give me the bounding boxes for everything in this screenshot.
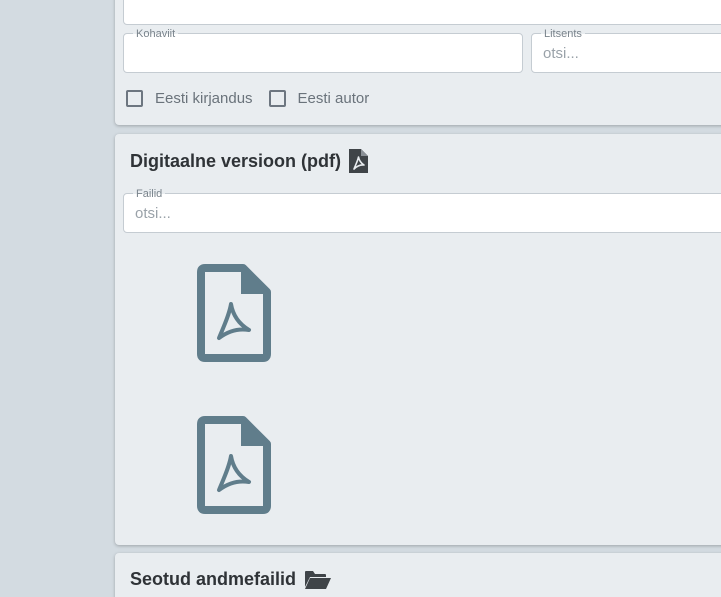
file-pdf-icon xyxy=(349,149,369,173)
data-section-title: Seotud andmefailid xyxy=(130,569,332,590)
pdf-card: Digitaalne versioon (pdf) Failid xyxy=(115,134,721,545)
checkbox-box[interactable] xyxy=(268,90,286,107)
failid-field[interactable]: Failid xyxy=(123,188,721,233)
checkbox-box[interactable] xyxy=(126,90,143,107)
pdf-section-title-text: Digitaalne versioon (pdf) xyxy=(130,150,342,171)
file-pdf-icon[interactable] xyxy=(197,264,271,362)
file-pdf-icon[interactable] xyxy=(197,416,271,514)
checkbox-label: Eesti kirjandus xyxy=(155,90,253,107)
kohaviit-label: Kohaviit xyxy=(133,28,179,40)
eesti-autor-checkbox[interactable]: Eesti autor xyxy=(268,90,370,107)
litsents-input[interactable] xyxy=(543,45,693,62)
litsents-field[interactable]: Litsents xyxy=(531,28,721,73)
litsents-label: Litsents xyxy=(541,28,585,40)
page: Kohaviit Litsents Eesti kirjandus Eesti … xyxy=(0,0,721,597)
folder-open-icon xyxy=(304,570,332,590)
checkbox-label: Eesti autor xyxy=(297,90,370,107)
data-section-title-text: Seotud andmefailid xyxy=(130,569,297,589)
checkbox-row: Eesti kirjandus Eesti autor xyxy=(126,90,385,107)
pdf-file-1[interactable] xyxy=(197,264,271,362)
pdf-file-2[interactable] xyxy=(197,416,271,514)
pdf-section-title: Digitaalne versioon (pdf) xyxy=(130,149,369,173)
eesti-kirjandus-checkbox[interactable]: Eesti kirjandus xyxy=(126,90,253,107)
data-files-card: Seotud andmefailid xyxy=(115,553,721,597)
metadata-card: Kohaviit Litsents Eesti kirjandus Eesti … xyxy=(115,0,721,125)
kohaviit-field[interactable]: Kohaviit xyxy=(123,28,523,73)
failid-label: Failid xyxy=(133,188,166,200)
top-empty-field[interactable] xyxy=(123,0,721,25)
failid-input[interactable] xyxy=(135,205,285,222)
kohaviit-input[interactable] xyxy=(135,45,285,62)
